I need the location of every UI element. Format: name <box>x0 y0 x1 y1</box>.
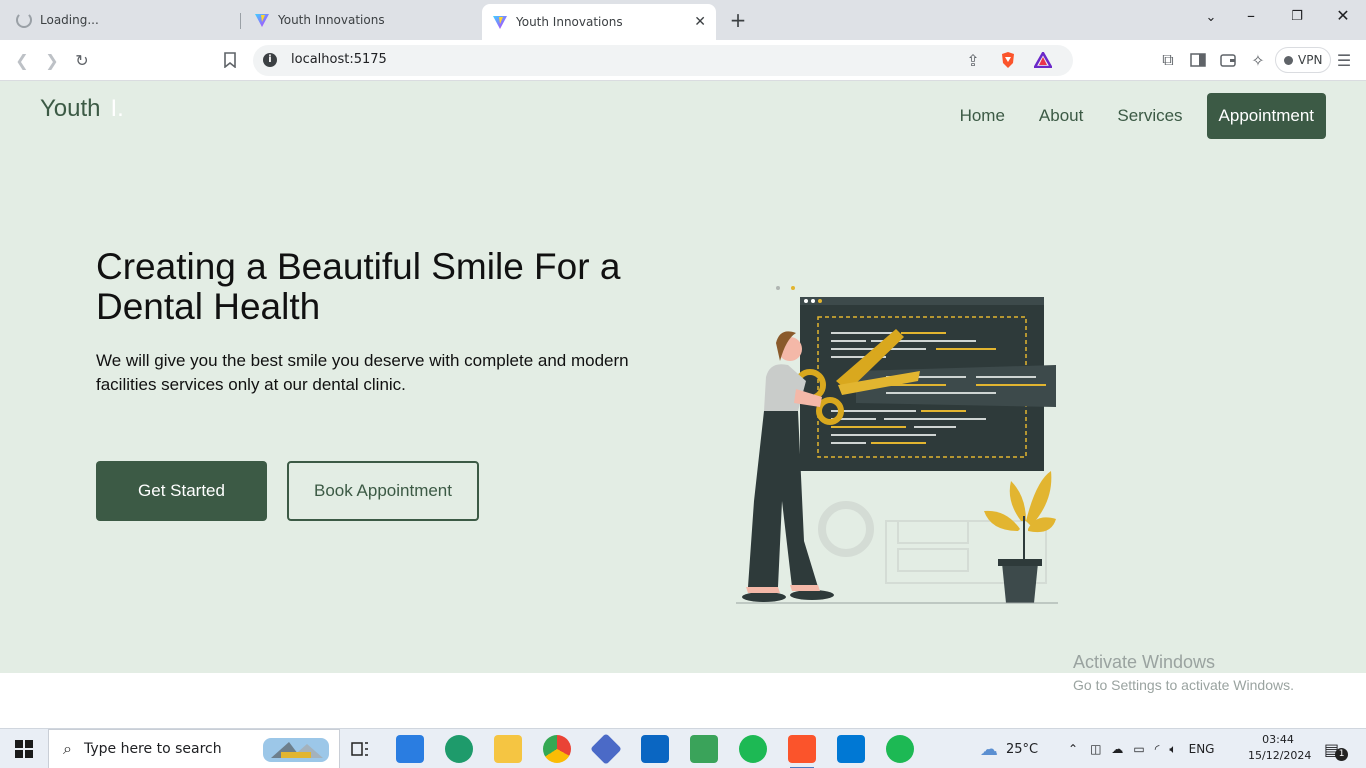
chrome-icon[interactable] <box>543 735 571 763</box>
site-logo[interactable]: Youth I. <box>40 95 124 123</box>
windows-taskbar: ⌕ Type here to search ☁ 25°C ⌃ ◫ ☁ ▭ ◜ 🔈… <box>0 728 1366 768</box>
spotify-icon[interactable] <box>739 735 767 763</box>
loading-spinner-icon <box>16 12 32 28</box>
brave-rewards-icon[interactable] <box>1033 50 1053 70</box>
logo-mark: I. <box>110 95 124 122</box>
tab-title: Youth Innovations <box>278 13 385 27</box>
sheets-icon[interactable] <box>690 735 718 763</box>
tab-youth-innovations-1[interactable]: Youth Innovations <box>244 4 476 36</box>
meet-now-icon[interactable]: ◫ <box>1090 742 1101 756</box>
clock-date: 15/12/2024 <box>1248 749 1312 762</box>
chevron-up-icon[interactable]: ⌃ <box>1068 742 1078 756</box>
speaker-icon[interactable]: 🔈︎ <box>1169 742 1176 757</box>
tab-close-icon[interactable]: ✕ <box>694 14 706 30</box>
get-started-button[interactable]: Get Started <box>96 461 267 521</box>
clock-time: 03:44 <box>1262 733 1294 746</box>
taskbar-clock[interactable]: 03:44 15/12/2024 <box>1248 732 1312 764</box>
hero-illustration <box>736 286 1058 604</box>
activate-windows-subtitle: Go to Settings to activate Windows. <box>1073 677 1294 693</box>
browser-tab-strip: Loading... Youth Innovations Youth Innov… <box>0 0 1366 40</box>
linkedin-icon[interactable] <box>641 735 669 763</box>
nav-appointment-button[interactable]: Appointment <box>1206 93 1326 139</box>
search-placeholder: Type here to search <box>83 741 222 757</box>
leo-ai-sparkle-icon[interactable]: ✧ <box>1248 50 1268 70</box>
brave-taskbar-icon[interactable] <box>788 735 816 768</box>
tab-separator <box>240 13 241 29</box>
vpn-label: VPN <box>1298 53 1323 67</box>
tab-title: Loading... <box>40 13 99 27</box>
cloud-icon: ☁ <box>980 738 998 760</box>
extensions-puzzle-icon[interactable]: ⧉ <box>1158 50 1178 70</box>
address-url: localhost:5175 <box>291 52 387 67</box>
reload-icon[interactable]: ↻ <box>72 50 92 70</box>
vscode-icon[interactable] <box>837 735 865 763</box>
share-icon[interactable]: ⇪ <box>963 50 983 70</box>
browser-toolbar: ❮ ❯ ↻ i localhost:5175 ⇪ ⧉ ✧ VPN ☰ <box>0 40 1366 81</box>
site-info-icon[interactable]: i <box>263 53 277 67</box>
tab-youth-innovations-active[interactable]: Youth Innovations ✕ <box>482 4 716 40</box>
language-indicator[interactable]: ENG <box>1189 742 1215 756</box>
notification-center-button[interactable]: ▤ 1 <box>1324 729 1349 768</box>
taskbar-search-input[interactable]: ⌕ Type here to search <box>48 729 340 768</box>
spotify-2-icon[interactable] <box>886 735 914 763</box>
search-highlight-icon <box>263 738 329 762</box>
windows-logo-icon <box>15 740 33 758</box>
address-bar[interactable]: i localhost:5175 ⇪ <box>253 45 1073 76</box>
close-window-button[interactable]: ✕ <box>1328 6 1358 25</box>
activate-windows-title: Activate Windows <box>1073 652 1216 672</box>
menu-hamburger-icon[interactable]: ☰ <box>1334 50 1354 70</box>
git-client-icon[interactable] <box>590 733 622 765</box>
book-appointment-button[interactable]: Book Appointment <box>287 461 479 521</box>
microsoft-store-icon[interactable] <box>396 735 424 763</box>
vite-favicon-icon <box>255 14 269 27</box>
task-view-icon[interactable] <box>346 735 374 763</box>
web-page-viewport: Youth I. Home About Services Appointment … <box>0 81 1366 673</box>
hero-title: Creating a Beautiful Smile For a Dental … <box>96 246 621 327</box>
battery-icon[interactable]: ▭ <box>1133 742 1144 756</box>
back-arrow-icon[interactable]: ❮ <box>12 50 32 70</box>
windows-start-button[interactable] <box>0 729 48 768</box>
tab-search-chevron-down-icon[interactable]: ⌄ <box>1196 10 1226 25</box>
tab-loading[interactable]: Loading... <box>6 4 236 36</box>
nav-services-link[interactable]: Services <box>1117 106 1182 126</box>
wallet-icon[interactable] <box>1218 50 1238 70</box>
nav-about-link[interactable]: About <box>1039 106 1083 126</box>
weather-widget[interactable]: ☁ 25°C <box>980 729 1038 768</box>
hero-subtitle: We will give you the best smile you dese… <box>96 351 629 394</box>
cloud-sync-icon[interactable]: ☁ <box>1111 742 1123 756</box>
search-icon: ⌕ <box>63 739 72 758</box>
sidebar-icon[interactable] <box>1188 50 1208 70</box>
forward-arrow-icon[interactable]: ❯ <box>42 50 62 70</box>
site-nav: Home About Services Appointment <box>926 93 1326 139</box>
new-tab-button[interactable]: + <box>727 8 749 32</box>
tab-title: Youth Innovations <box>516 15 623 29</box>
system-tray: ⌃ ◫ ☁ ▭ ◜ 🔈︎ ENG <box>1068 729 1214 768</box>
nav-home-link[interactable]: Home <box>960 106 1005 126</box>
weather-temp: 25°C <box>1006 741 1039 757</box>
wifi-icon[interactable]: ◜ <box>1155 742 1160 756</box>
logo-text: Youth <box>40 95 101 122</box>
vpn-status-icon <box>1284 55 1293 65</box>
file-explorer-icon[interactable] <box>494 735 522 763</box>
bookmark-icon[interactable] <box>220 50 240 70</box>
minimize-button[interactable]: – <box>1236 6 1266 25</box>
restore-button[interactable]: ❐ <box>1282 9 1312 24</box>
vpn-button[interactable]: VPN <box>1275 47 1332 73</box>
notification-badge: 1 <box>1335 747 1349 761</box>
edge-icon[interactable] <box>445 735 473 763</box>
vite-favicon-icon <box>493 16 507 29</box>
brave-shields-icon[interactable] <box>998 50 1018 70</box>
